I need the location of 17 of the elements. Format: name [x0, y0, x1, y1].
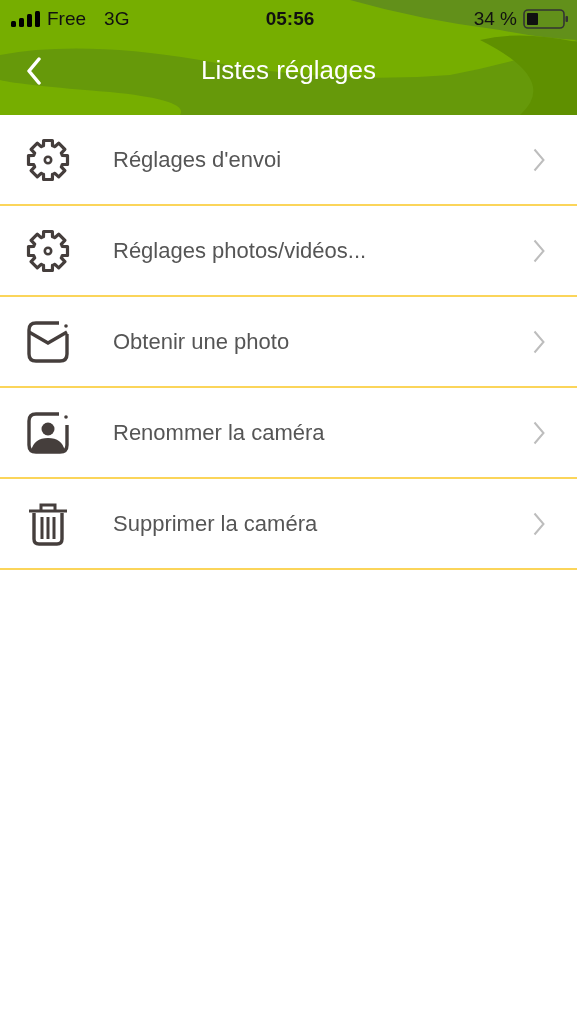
- signal-icon: [11, 11, 41, 27]
- chevron-right-icon: [533, 147, 545, 172]
- chevron-right-icon: [533, 420, 545, 445]
- chevron-right-icon: [533, 511, 545, 536]
- portrait-icon: [26, 410, 70, 455]
- trash-icon: [26, 501, 70, 546]
- battery-icon: [523, 9, 569, 29]
- carrier-name: Free: [47, 8, 87, 30]
- screen-title: Listes réglages: [200, 54, 377, 87]
- network-type: 3G: [104, 8, 130, 30]
- battery-percent: 34 %: [473, 8, 517, 30]
- chevron-right-icon: [533, 238, 545, 263]
- status-time: 05:56: [265, 8, 315, 30]
- gear-icon: [26, 137, 70, 182]
- chevron-right-icon: [533, 329, 545, 354]
- gear-icon: [26, 228, 70, 273]
- envelope-icon: [26, 319, 70, 364]
